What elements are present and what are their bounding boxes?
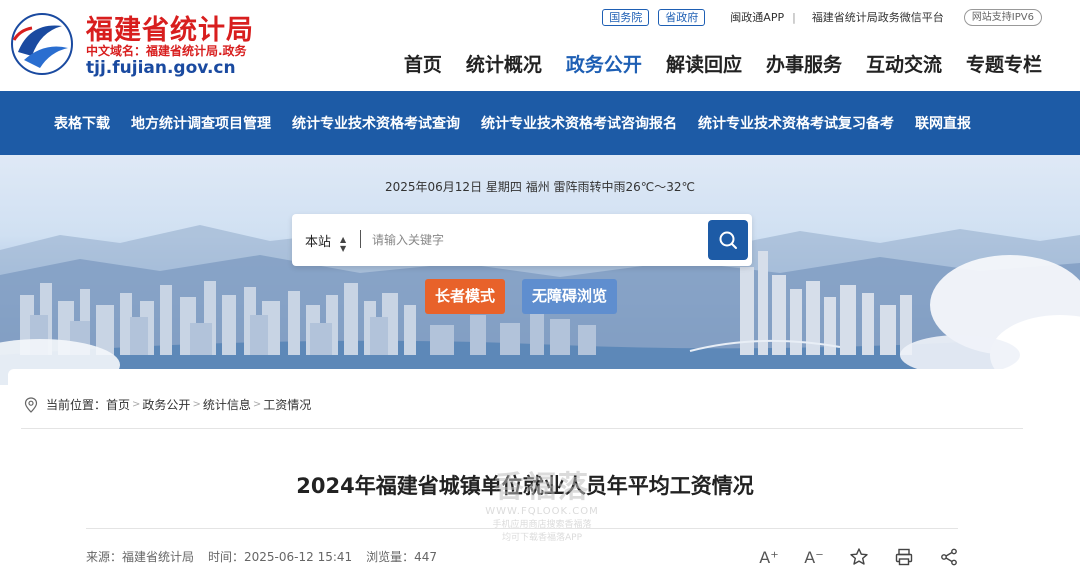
wechat-link[interactable]: 福建省统计局政务微信平台	[812, 9, 944, 25]
date-weather: 2025年06月12日 星期四 福州 雷阵雨转中雨26℃～32℃	[384, 180, 695, 194]
share-icon	[941, 548, 957, 566]
nav-home[interactable]: 首页	[404, 50, 442, 77]
article-title: 2024年福建省城镇单位就业人员年平均工资情况	[296, 474, 754, 498]
breadcrumb-divider	[21, 428, 1023, 429]
sub-nav: 表格下载 地方统计调查项目管理 统计专业技术资格考试查询 统计专业技术资格考试咨…	[0, 91, 1080, 155]
breadcrumb-arrow-icon: >	[252, 399, 262, 410]
logo-url: tjj.fujian.gov.cn	[86, 58, 236, 78]
breadcrumb-home[interactable]: 首页	[106, 396, 130, 413]
nav-topics[interactable]: 专题专栏	[966, 50, 1042, 77]
subnav-exam-query[interactable]: 统计专业技术资格考试查询	[292, 113, 460, 133]
provincial-gov-link[interactable]: 省政府	[658, 8, 706, 26]
accessible-mode-button[interactable]: 无障碍浏览	[522, 279, 618, 314]
subnav-forms-download[interactable]: 表格下载	[54, 113, 110, 133]
nav-overview[interactable]: 统计概况	[466, 50, 542, 77]
title-divider	[86, 528, 958, 529]
share-button[interactable]	[938, 546, 960, 568]
top-links-separator: |	[792, 10, 796, 24]
font-smaller-icon: A⁻	[804, 547, 824, 567]
printer-icon	[895, 548, 913, 566]
breadcrumb: 当前位置： 首页 > 政务公开 > 统计信息 > 工资情况	[24, 396, 311, 413]
favorite-button[interactable]	[848, 546, 870, 568]
app-link[interactable]: 闽政通APP	[730, 9, 784, 25]
nav-gov-affairs[interactable]: 政务公开	[566, 50, 642, 77]
subnav-survey-management[interactable]: 地方统计调查项目管理	[131, 113, 271, 133]
article-meta: 来源：福建省统计局 时间：2025-06-12 15:41 浏览量：447	[86, 548, 451, 565]
nav-interpretation[interactable]: 解读回应	[666, 50, 742, 77]
logo-domain: 中文域名：福建省统计局.政务	[86, 44, 247, 58]
font-smaller-button[interactable]: A⁻	[803, 546, 825, 568]
subnav-exam-registration[interactable]: 统计专业技术资格考试咨询报名	[481, 113, 677, 133]
subnav-exam-review[interactable]: 统计专业技术资格考试复习备考	[698, 113, 894, 133]
search-icon	[719, 231, 737, 249]
breadcrumb-arrow-icon: >	[132, 399, 141, 410]
font-larger-button[interactable]: A⁺	[758, 546, 780, 568]
logo-emblem-icon	[11, 13, 73, 75]
breadcrumb-gov-affairs[interactable]: 政务公开	[142, 396, 190, 413]
breadcrumb-prefix: 当前位置：	[46, 398, 107, 412]
state-council-link[interactable]: 国务院	[602, 8, 650, 26]
article-tools: A⁺ A⁻	[758, 546, 983, 568]
breadcrumb-wages[interactable]: 工资情况	[263, 396, 311, 413]
city-banner: 2025年06月12日 星期四 福州 雷阵雨转中雨26℃～32℃ 本站 ▲▼ 长…	[0, 155, 1080, 385]
font-larger-icon: A⁺	[759, 547, 779, 567]
subnav-online-report[interactable]: 联网直报	[915, 113, 971, 133]
location-pin-icon	[24, 396, 38, 413]
top-links: 国务院 省政府 闽政通APP | 福建省统计局政务微信平台 网站支持IPV6	[602, 8, 1042, 26]
search-input[interactable]	[372, 228, 692, 252]
main-nav: 首页 统计概况 政务公开 解读回应 办事服务 互动交流 专题专栏	[380, 50, 1042, 77]
star-icon	[850, 548, 868, 565]
ipv6-badge: 网站支持IPV6	[963, 8, 1042, 26]
search-bar: 本站 ▲ ▼	[292, 214, 752, 266]
search-divider	[360, 230, 361, 248]
article-source: 来源：福建省统计局	[86, 550, 195, 564]
article-card: 当前位置： 首页 > 政务公开 > 统计信息 > 工资情况 2024年福建省城镇…	[8, 369, 1042, 573]
article-views: 浏览量：447	[366, 550, 438, 564]
site-logo[interactable]: 福建省统计局 中文域名：福建省统计局.政务 tjj.fujian.gov.cn	[10, 8, 280, 82]
search-button[interactable]	[708, 220, 748, 260]
sort-arrows-icon[interactable]: ▲ ▼	[340, 235, 346, 253]
breadcrumb-arrow-icon: >	[192, 399, 201, 410]
article-time: 时间：2025-06-12 15:41	[208, 550, 353, 564]
site-header: 福建省统计局 中文域名：福建省统计局.政务 tjj.fujian.gov.cn …	[0, 0, 1080, 91]
elder-mode-button[interactable]: 长者模式	[425, 279, 506, 314]
search-scope-select[interactable]: 本站	[305, 231, 331, 250]
nav-services[interactable]: 办事服务	[766, 50, 842, 77]
print-button[interactable]	[893, 546, 915, 568]
nav-interaction[interactable]: 互动交流	[866, 50, 942, 77]
breadcrumb-stat-info[interactable]: 统计信息	[203, 396, 251, 413]
